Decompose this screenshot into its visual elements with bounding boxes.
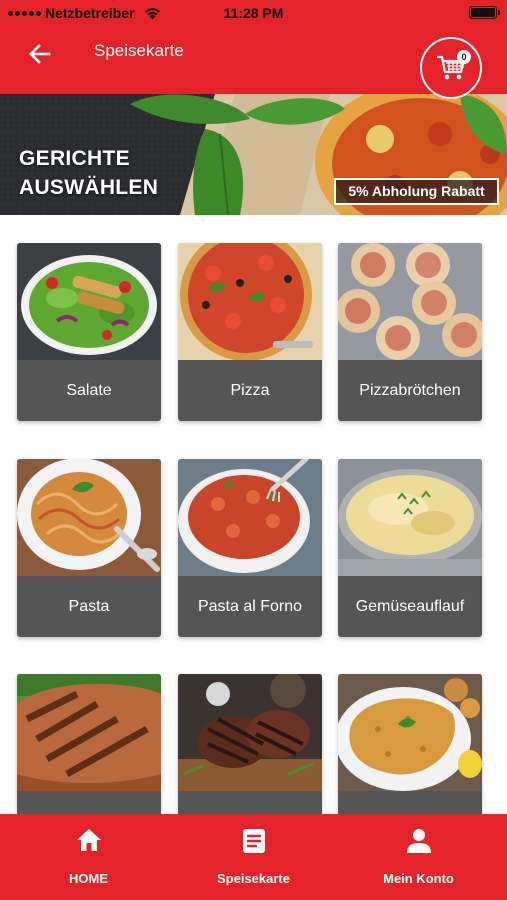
category-label: Salate xyxy=(66,382,112,399)
menu-book-icon xyxy=(242,829,265,853)
category-card-pizza[interactable]: Pizza xyxy=(178,243,322,421)
pizza-rolls-image xyxy=(338,243,482,360)
category-label: Pizzabrötchen xyxy=(359,382,461,399)
category-card-pasta[interactable]: Pasta xyxy=(17,459,161,637)
cart-count-badge: 0 xyxy=(457,50,471,64)
schnitzel-image xyxy=(338,674,482,791)
user-icon xyxy=(406,829,431,853)
category-label: Pasta xyxy=(68,598,110,615)
nav-speisekarte[interactable]: Speisekarte xyxy=(169,814,338,900)
hero-banner: GERICHTE AUSWÄHLEN 5% Abholung Rabatt xyxy=(0,94,507,215)
pork-image xyxy=(17,674,161,791)
back-button[interactable] xyxy=(24,38,56,70)
nav-home[interactable]: HOME xyxy=(4,814,173,900)
category-card-pasta-al-forno[interactable]: Pasta al Forno xyxy=(178,459,322,637)
status-time: 11:28 PM xyxy=(223,5,284,21)
category-card-pizzabroetchen[interactable]: Pizzabrötchen xyxy=(338,243,482,421)
battery-icon xyxy=(469,6,500,19)
category-card-gemueseauflauf[interactable]: Gemüseauflauf xyxy=(338,459,482,637)
vegetable-bake-image xyxy=(338,459,482,576)
category-label: Pasta al Forno xyxy=(197,598,303,615)
category-card-salate[interactable]: Salate xyxy=(17,243,161,421)
category-label: Pizza xyxy=(230,382,270,399)
category-label: Gemüseauflauf xyxy=(355,598,465,615)
app-header: Speisekarte 0 xyxy=(0,26,507,99)
pizza-image xyxy=(178,243,322,360)
beef-image xyxy=(178,674,322,791)
nav-speisekarte-label: Speisekarte xyxy=(217,871,290,886)
nav-account-label: Mein Konto xyxy=(383,871,454,886)
home-icon xyxy=(76,829,101,851)
status-bar: Netzbetreiber 11:28 PM xyxy=(0,0,507,26)
hero-title: GERICHTE AUSWÄHLEN xyxy=(19,147,159,199)
pickup-discount-badge: 5% Abholung Rabatt xyxy=(334,178,499,205)
page-title: Speisekarte xyxy=(94,41,184,60)
bottom-navigation: HOME Speisekarte Mein Konto xyxy=(0,814,507,900)
nav-home-label: HOME xyxy=(69,871,108,886)
nav-account[interactable]: Mein Konto xyxy=(334,814,503,900)
salad-image xyxy=(17,243,161,360)
pasta-image xyxy=(17,459,161,576)
arrow-left-icon xyxy=(29,44,51,64)
baked-pasta-image xyxy=(178,459,322,576)
cart-button[interactable]: 0 xyxy=(420,37,482,99)
